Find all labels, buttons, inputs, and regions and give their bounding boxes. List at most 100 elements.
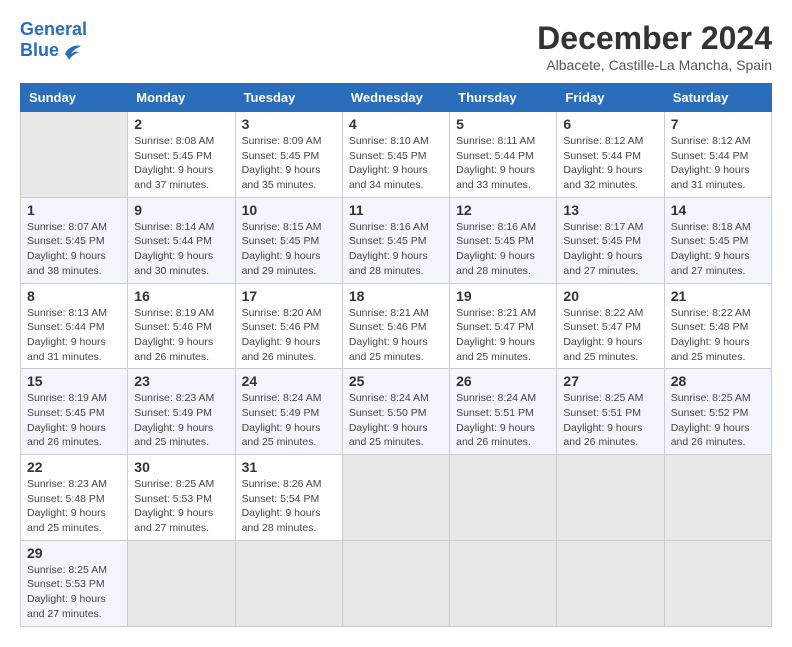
day-info: Sunrise: 8:14 AMSunset: 5:44 PMDaylight:… <box>134 220 228 279</box>
calendar-cell: 31 Sunrise: 8:26 AMSunset: 5:54 PMDaylig… <box>235 455 342 541</box>
calendar-cell: 30 Sunrise: 8:25 AMSunset: 5:53 PMDaylig… <box>128 455 235 541</box>
calendar-cell: 4 Sunrise: 8:10 AMSunset: 5:45 PMDayligh… <box>342 112 449 198</box>
day-number: 18 <box>349 288 443 304</box>
calendar-cell <box>664 540 771 626</box>
logo-text: General Blue <box>20 20 87 62</box>
day-number: 10 <box>242 202 336 218</box>
day-info: Sunrise: 8:25 AMSunset: 5:51 PMDaylight:… <box>563 391 657 450</box>
day-info: Sunrise: 8:25 AMSunset: 5:52 PMDaylight:… <box>671 391 765 450</box>
day-number: 4 <box>349 116 443 132</box>
calendar-cell: 15 Sunrise: 8:19 AMSunset: 5:45 PMDaylig… <box>21 369 128 455</box>
day-info: Sunrise: 8:23 AMSunset: 5:49 PMDaylight:… <box>134 391 228 450</box>
day-number: 14 <box>671 202 765 218</box>
calendar-cell: 10 Sunrise: 8:15 AMSunset: 5:45 PMDaylig… <box>235 197 342 283</box>
day-info: Sunrise: 8:17 AMSunset: 5:45 PMDaylight:… <box>563 220 657 279</box>
day-number: 28 <box>671 373 765 389</box>
calendar-week-5: 29 Sunrise: 8:25 AMSunset: 5:53 PMDaylig… <box>21 540 772 626</box>
calendar-cell: 12 Sunrise: 8:16 AMSunset: 5:45 PMDaylig… <box>450 197 557 283</box>
day-info: Sunrise: 8:13 AMSunset: 5:44 PMDaylight:… <box>27 306 121 365</box>
day-info: Sunrise: 8:12 AMSunset: 5:44 PMDaylight:… <box>563 134 657 193</box>
calendar-cell <box>450 540 557 626</box>
calendar-cell: 23 Sunrise: 8:23 AMSunset: 5:49 PMDaylig… <box>128 369 235 455</box>
day-number: 22 <box>27 459 121 475</box>
calendar-cell <box>128 540 235 626</box>
calendar-cell: 2 Sunrise: 8:08 AMSunset: 5:45 PMDayligh… <box>128 112 235 198</box>
day-number: 31 <box>242 459 336 475</box>
day-info: Sunrise: 8:25 AMSunset: 5:53 PMDaylight:… <box>134 477 228 536</box>
day-number: 26 <box>456 373 550 389</box>
calendar-week-4: 22 Sunrise: 8:23 AMSunset: 5:48 PMDaylig… <box>21 455 772 541</box>
day-info: Sunrise: 8:23 AMSunset: 5:48 PMDaylight:… <box>27 477 121 536</box>
calendar-cell <box>557 540 664 626</box>
calendar-cell: 5 Sunrise: 8:11 AMSunset: 5:44 PMDayligh… <box>450 112 557 198</box>
day-number: 16 <box>134 288 228 304</box>
calendar-cell: 19 Sunrise: 8:21 AMSunset: 5:47 PMDaylig… <box>450 283 557 369</box>
day-info: Sunrise: 8:16 AMSunset: 5:45 PMDaylight:… <box>349 220 443 279</box>
calendar-cell <box>235 540 342 626</box>
day-number: 30 <box>134 459 228 475</box>
day-number: 12 <box>456 202 550 218</box>
day-header-sunday: Sunday <box>21 84 128 112</box>
day-header-saturday: Saturday <box>664 84 771 112</box>
day-info: Sunrise: 8:26 AMSunset: 5:54 PMDaylight:… <box>242 477 336 536</box>
calendar-cell: 11 Sunrise: 8:16 AMSunset: 5:45 PMDaylig… <box>342 197 449 283</box>
calendar-table: SundayMondayTuesdayWednesdayThursdayFrid… <box>20 83 772 627</box>
day-number: 21 <box>671 288 765 304</box>
day-number: 20 <box>563 288 657 304</box>
calendar-week-3: 15 Sunrise: 8:19 AMSunset: 5:45 PMDaylig… <box>21 369 772 455</box>
day-header-wednesday: Wednesday <box>342 84 449 112</box>
day-info: Sunrise: 8:09 AMSunset: 5:45 PMDaylight:… <box>242 134 336 193</box>
calendar-cell <box>21 112 128 198</box>
day-number: 2 <box>134 116 228 132</box>
day-header-friday: Friday <box>557 84 664 112</box>
day-header-monday: Monday <box>128 84 235 112</box>
title-block: December 2024 Albacete, Castille-La Manc… <box>537 20 772 73</box>
day-number: 17 <box>242 288 336 304</box>
calendar-cell: 8 Sunrise: 8:13 AMSunset: 5:44 PMDayligh… <box>21 283 128 369</box>
calendar-cell: 16 Sunrise: 8:19 AMSunset: 5:46 PMDaylig… <box>128 283 235 369</box>
day-number: 5 <box>456 116 550 132</box>
day-info: Sunrise: 8:20 AMSunset: 5:46 PMDaylight:… <box>242 306 336 365</box>
calendar-cell: 21 Sunrise: 8:22 AMSunset: 5:48 PMDaylig… <box>664 283 771 369</box>
day-number: 24 <box>242 373 336 389</box>
day-number: 29 <box>27 545 121 561</box>
month-title: December 2024 <box>537 20 772 57</box>
day-info: Sunrise: 8:24 AMSunset: 5:49 PMDaylight:… <box>242 391 336 450</box>
calendar-cell: 22 Sunrise: 8:23 AMSunset: 5:48 PMDaylig… <box>21 455 128 541</box>
calendar-cell: 1 Sunrise: 8:07 AMSunset: 5:45 PMDayligh… <box>21 197 128 283</box>
day-number: 25 <box>349 373 443 389</box>
calendar-cell: 13 Sunrise: 8:17 AMSunset: 5:45 PMDaylig… <box>557 197 664 283</box>
day-header-thursday: Thursday <box>450 84 557 112</box>
day-info: Sunrise: 8:24 AMSunset: 5:51 PMDaylight:… <box>456 391 550 450</box>
day-number: 3 <box>242 116 336 132</box>
page-header: General Blue December 2024 Albacete, Cas… <box>20 20 772 73</box>
calendar-cell <box>664 455 771 541</box>
day-info: Sunrise: 8:24 AMSunset: 5:50 PMDaylight:… <box>349 391 443 450</box>
day-number: 9 <box>134 202 228 218</box>
calendar-cell <box>557 455 664 541</box>
calendar-cell: 25 Sunrise: 8:24 AMSunset: 5:50 PMDaylig… <box>342 369 449 455</box>
calendar-cell: 20 Sunrise: 8:22 AMSunset: 5:47 PMDaylig… <box>557 283 664 369</box>
day-info: Sunrise: 8:10 AMSunset: 5:45 PMDaylight:… <box>349 134 443 193</box>
logo-bird-icon <box>61 40 83 62</box>
day-number: 8 <box>27 288 121 304</box>
calendar-cell: 29 Sunrise: 8:25 AMSunset: 5:53 PMDaylig… <box>21 540 128 626</box>
day-number: 6 <box>563 116 657 132</box>
calendar-cell <box>342 455 449 541</box>
day-number: 23 <box>134 373 228 389</box>
calendar-cell: 17 Sunrise: 8:20 AMSunset: 5:46 PMDaylig… <box>235 283 342 369</box>
day-info: Sunrise: 8:18 AMSunset: 5:45 PMDaylight:… <box>671 220 765 279</box>
calendar-cell: 14 Sunrise: 8:18 AMSunset: 5:45 PMDaylig… <box>664 197 771 283</box>
calendar-header: SundayMondayTuesdayWednesdayThursdayFrid… <box>21 84 772 112</box>
calendar-cell: 27 Sunrise: 8:25 AMSunset: 5:51 PMDaylig… <box>557 369 664 455</box>
day-info: Sunrise: 8:12 AMSunset: 5:44 PMDaylight:… <box>671 134 765 193</box>
day-info: Sunrise: 8:07 AMSunset: 5:45 PMDaylight:… <box>27 220 121 279</box>
day-header-tuesday: Tuesday <box>235 84 342 112</box>
day-info: Sunrise: 8:15 AMSunset: 5:45 PMDaylight:… <box>242 220 336 279</box>
day-number: 27 <box>563 373 657 389</box>
logo: General Blue <box>20 20 87 62</box>
calendar-cell: 9 Sunrise: 8:14 AMSunset: 5:44 PMDayligh… <box>128 197 235 283</box>
calendar-cell: 7 Sunrise: 8:12 AMSunset: 5:44 PMDayligh… <box>664 112 771 198</box>
day-info: Sunrise: 8:19 AMSunset: 5:45 PMDaylight:… <box>27 391 121 450</box>
day-number: 13 <box>563 202 657 218</box>
